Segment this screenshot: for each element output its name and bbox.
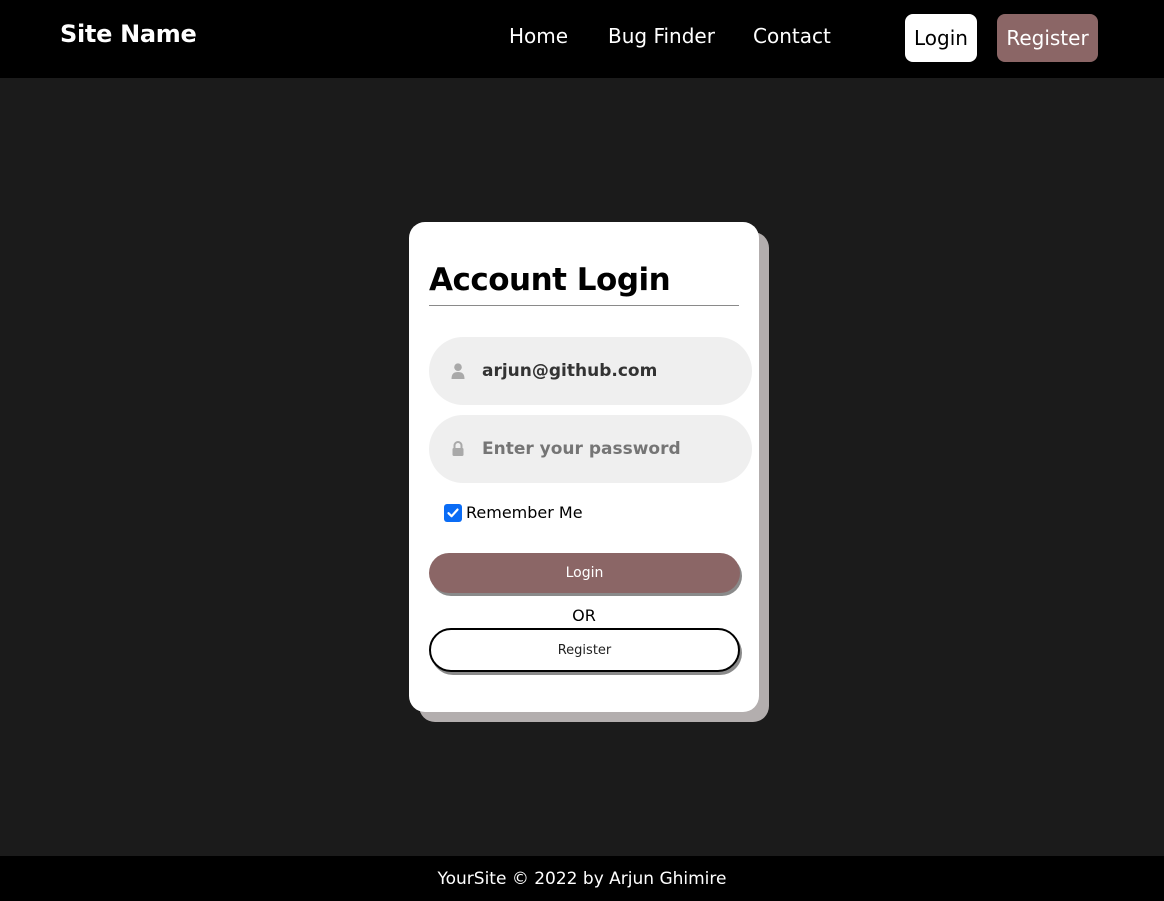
password-field-container xyxy=(429,415,752,483)
title-divider xyxy=(429,305,739,306)
remember-me-label[interactable]: Remember Me xyxy=(466,503,583,522)
top-navbar: Site Name Home Bug Finder Contact Login … xyxy=(0,0,1164,78)
remember-me-row: Remember Me xyxy=(444,503,583,522)
email-field-container xyxy=(429,337,752,405)
login-button[interactable]: Login xyxy=(429,553,740,593)
checkmark-icon xyxy=(447,508,459,517)
lock-icon xyxy=(451,441,465,457)
or-separator: OR xyxy=(572,606,596,625)
footer-copyright: YourSite © 2022 by Arjun Ghimire xyxy=(437,868,727,889)
header-register-button[interactable]: Register xyxy=(997,14,1098,62)
password-input[interactable] xyxy=(482,429,737,469)
site-brand[interactable]: Site Name xyxy=(60,20,197,48)
nav-link-home[interactable]: Home xyxy=(509,24,568,48)
login-title: Account Login xyxy=(429,262,671,298)
nav-link-bug-finder[interactable]: Bug Finder xyxy=(608,24,715,48)
register-button[interactable]: Register xyxy=(429,628,740,672)
nav-link-contact[interactable]: Contact xyxy=(753,24,831,48)
email-input[interactable] xyxy=(482,351,737,391)
login-card: Account Login Remember Me Login OR xyxy=(409,222,759,712)
remember-me-checkbox[interactable] xyxy=(444,503,462,522)
page-footer: YourSite © 2022 by Arjun Ghimire xyxy=(0,856,1164,901)
header-login-button[interactable]: Login xyxy=(905,14,977,62)
user-icon xyxy=(451,363,465,379)
